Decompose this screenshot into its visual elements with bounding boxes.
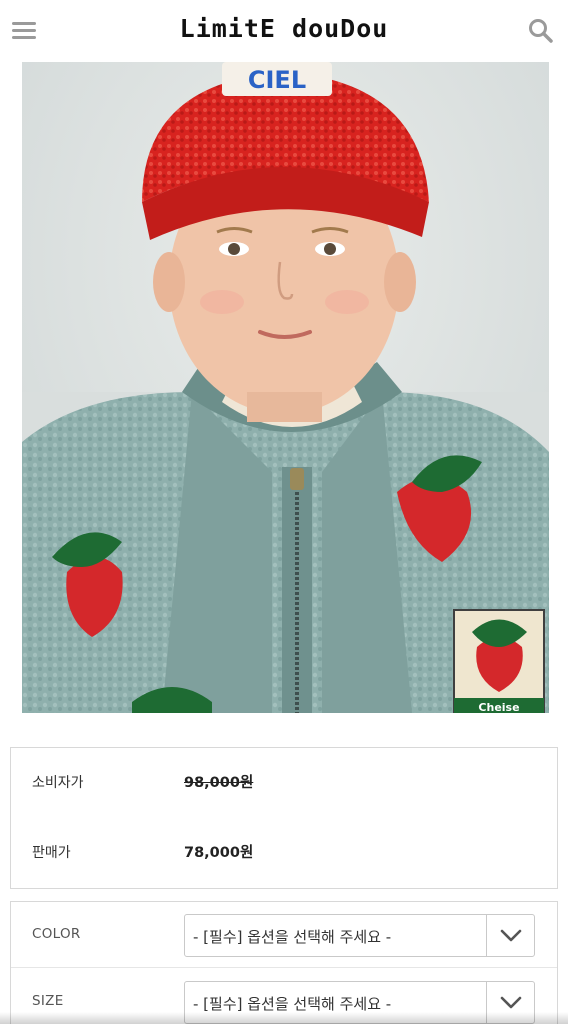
product-image[interactable]: CIEL Cheise (22, 62, 549, 713)
bottom-bar-shadow (0, 1012, 568, 1024)
cap-badge-text: CIEL (248, 66, 306, 94)
search-icon[interactable] (528, 18, 554, 44)
chevron-down-icon[interactable] (486, 915, 534, 956)
consumer-price-value: 98,000원 (184, 775, 254, 791)
chest-label-patch (453, 609, 545, 713)
brand-logo[interactable]: LimitE douDou (0, 14, 568, 43)
sale-price-label: 판매가 (32, 845, 71, 861)
color-label: COLOR (32, 926, 81, 942)
consumer-price-label: 소비자가 (32, 775, 84, 791)
color-select[interactable]: - [필수] 옵션을 선택해 주세요 - (184, 914, 535, 957)
options-panel: COLOR - [필수] 옵션을 선택해 주세요 - SIZE - [필수] 옵… (10, 901, 558, 1024)
patch-text: Cheise (478, 701, 519, 713)
color-option-row: COLOR - [필수] 옵션을 선택해 주세요 - (11, 902, 557, 968)
sale-price-row: 판매가 78,000원 (11, 838, 557, 868)
header: LimitE douDou (0, 0, 568, 62)
size-label: SIZE (32, 993, 64, 1009)
size-select-value: - [필수] 옵션을 선택해 주세요 - (193, 995, 392, 1013)
price-info: 소비자가 98,000원 판매가 78,000원 (10, 747, 558, 889)
sale-price-value: 78,000원 (184, 845, 254, 861)
consumer-price-row: 소비자가 98,000원 (11, 768, 557, 798)
color-select-value: - [필수] 옵션을 선택해 주세요 - (193, 928, 392, 946)
